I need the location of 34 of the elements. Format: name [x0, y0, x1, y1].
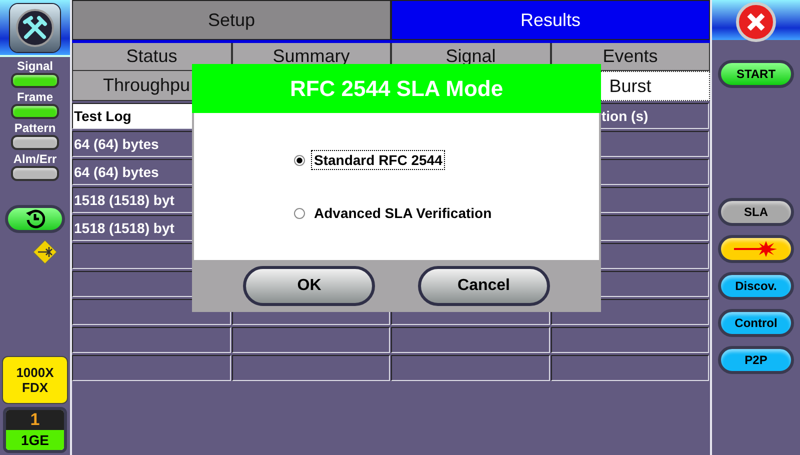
side-button[interactable]: Control [718, 309, 794, 337]
side-button[interactable]: Discov. [718, 272, 794, 300]
indicator-label: Frame [16, 91, 54, 104]
option-label[interactable]: Standard RFC 2544 [311, 150, 446, 170]
badge-text: 1000X [16, 365, 54, 380]
option-label[interactable]: Advanced SLA Verification [311, 203, 495, 223]
side-button[interactable]: SLA [718, 198, 794, 226]
tab[interactable]: Setup [72, 0, 391, 40]
close-icon [746, 12, 766, 32]
dialog-button[interactable]: Cancel [418, 266, 550, 306]
side-button[interactable]: P2P [718, 346, 794, 374]
radio-button[interactable] [294, 208, 305, 218]
home-button[interactable] [10, 4, 60, 52]
warning-diamond-icon [32, 239, 58, 265]
tab[interactable]: Results [391, 0, 710, 40]
laser-button[interactable] [718, 235, 794, 263]
radio-button[interactable] [294, 154, 305, 166]
badge-text: FDX [22, 380, 48, 395]
start-button[interactable]: START [718, 60, 794, 88]
port-label: 1GE [6, 430, 64, 450]
indicator-label: Signal [16, 60, 53, 73]
tools-icon [15, 8, 55, 48]
dialog-title: RFC 2544 SLA Mode [192, 64, 601, 113]
port-button[interactable]: 1 1GE [3, 407, 67, 453]
subtab[interactable]: Events [550, 43, 710, 71]
dialog-button[interactable]: OK [243, 266, 376, 306]
close-button[interactable] [736, 2, 776, 42]
laser-icon [734, 240, 778, 258]
indicator-label: Alm/Err [13, 153, 57, 166]
clock-icon [25, 209, 45, 229]
indicator-label: Pattern [14, 122, 56, 135]
subtab[interactable]: Status [72, 43, 232, 71]
port-number: 1 [6, 410, 64, 430]
history-button[interactable] [5, 205, 65, 233]
